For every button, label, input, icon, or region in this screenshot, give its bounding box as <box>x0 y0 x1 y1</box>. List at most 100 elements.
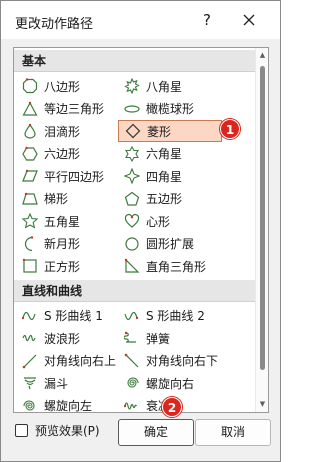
decaying-wave-icon <box>124 401 138 410</box>
motion-path-item[interactable]: 正方形 <box>16 255 120 277</box>
motion-path-item-label: 泪滴形 <box>44 124 81 139</box>
spring-icon <box>124 331 136 343</box>
scrollbar-thumb[interactable] <box>260 66 265 370</box>
motion-path-item-label: 漏斗 <box>44 376 69 391</box>
preview-label[interactable]: 预览效果(P) <box>35 422 100 439</box>
heart-icon <box>124 213 140 228</box>
preview-checkbox[interactable] <box>15 424 28 437</box>
parallelogram-icon <box>22 169 38 182</box>
ok-button-label: 确定 <box>143 425 168 439</box>
motion-path-item[interactable]: 平行四边形 <box>16 165 120 187</box>
motion-path-item[interactable]: 新月形 <box>16 233 120 255</box>
motion-path-item[interactable]: 对角线向右下 <box>118 350 222 372</box>
motion-path-item[interactable]: 螺旋向右 <box>118 372 222 394</box>
crescent-moon-icon <box>24 235 34 251</box>
six-point-star-icon <box>125 145 139 162</box>
diagonal-up-right-icon <box>22 354 37 368</box>
right-triangle-icon <box>124 258 140 273</box>
motion-path-item[interactable]: 橄榄球形 <box>118 98 222 120</box>
motion-path-item[interactable]: 漏斗 <box>16 372 120 394</box>
category-header: 基本 <box>14 50 256 72</box>
motion-path-item-label: 八边形 <box>44 79 81 94</box>
motion-path-item[interactable]: 等边三角形 <box>16 98 120 120</box>
funnel-icon <box>24 377 36 390</box>
motion-path-item[interactable]: S 形曲线 1 <box>16 305 120 327</box>
motion-path-item-label: S 形曲线 2 <box>146 309 205 323</box>
title-bar: 更改动作路径 ? <box>1 1 280 39</box>
close-icon <box>243 14 255 26</box>
motion-path-item-label: 弹簧 <box>146 331 171 346</box>
motion-path-item-label: 波浪形 <box>44 331 81 346</box>
s-curve-2-icon <box>124 311 139 320</box>
motion-path-item-label: 螺旋向左 <box>44 399 93 413</box>
motion-path-item[interactable]: 对角线向右上 <box>16 350 120 372</box>
motion-path-item-label: 螺旋向右 <box>146 376 195 391</box>
motion-path-item[interactable]: 八角星 <box>118 75 222 97</box>
teardrop-icon <box>24 123 36 139</box>
square-icon <box>22 258 37 273</box>
equilateral-triangle-icon <box>22 101 38 116</box>
motion-path-item-label: 梯形 <box>44 192 69 206</box>
wave-icon <box>22 334 36 342</box>
motion-path-item[interactable]: 梯形 <box>16 188 120 210</box>
cancel-button[interactable]: 取消 <box>195 419 271 446</box>
spiral-right-icon <box>127 377 139 388</box>
five-point-star-icon <box>22 213 38 229</box>
motion-path-item-label: 正方形 <box>44 259 81 274</box>
s-curve-1-icon <box>22 311 36 320</box>
motion-path-item[interactable]: 圆形扩展 <box>118 233 222 255</box>
motion-path-item[interactable]: 四角星 <box>118 165 222 187</box>
motion-path-item-label: 对角线向右下 <box>146 354 219 368</box>
motion-path-item-label: 直角三角形 <box>146 259 207 274</box>
change-motion-path-dialog: 更改动作路径 ? 基本八边形 八角星 等边三角形 橄榄球形泪滴形 菱形六边形 六角星 平行四… <box>0 0 281 462</box>
motion-path-item[interactable]: 螺旋向左 <box>16 395 120 413</box>
motion-path-item[interactable]: 八边形 <box>16 75 120 97</box>
pentagon-icon <box>124 191 140 206</box>
category-header: 直线和曲线 <box>14 279 256 302</box>
motion-path-item[interactable]: 六角星 <box>118 143 222 165</box>
vertical-scrollbar[interactable]: ▲ ▼ <box>255 48 268 412</box>
motion-path-item-label: 等边三角形 <box>44 102 105 116</box>
motion-path-item-label: 四角星 <box>146 169 183 184</box>
motion-path-item-label: 平行四边形 <box>44 169 105 184</box>
motion-path-item[interactable]: 波浪形 <box>16 327 120 349</box>
help-button[interactable]: ? <box>197 10 217 30</box>
dialog-title: 更改动作路径 <box>15 17 94 32</box>
spiral-left-icon <box>23 400 35 411</box>
motion-path-item-label: 心形 <box>146 214 171 229</box>
motion-path-item[interactable]: 直角三角形 <box>118 255 222 277</box>
motion-path-item-label: 对角线向右上 <box>44 354 117 368</box>
scroll-up-icon[interactable]: ▲ <box>258 51 267 60</box>
scroll-down-icon[interactable]: ▼ <box>258 400 267 409</box>
motion-path-item[interactable]: 五边形 <box>118 188 222 210</box>
ok-button[interactable]: 确定 <box>118 419 194 446</box>
close-button[interactable] <box>238 10 260 30</box>
motion-path-item[interactable]: 菱形 <box>118 120 222 142</box>
motion-path-item-label: 五边形 <box>146 192 183 206</box>
motion-path-item-label: S 形曲线 1 <box>44 309 103 323</box>
cancel-button-label: 取消 <box>220 425 245 439</box>
octagon-icon <box>22 78 38 94</box>
motion-path-item[interactable]: 五角星 <box>16 210 120 232</box>
motion-path-item-label: 六边形 <box>44 147 81 161</box>
motion-path-item[interactable]: 六边形 <box>16 143 120 165</box>
hexagon-icon <box>22 146 38 161</box>
eight-point-star-icon <box>124 78 140 94</box>
motion-path-item[interactable]: 弹簧 <box>118 327 222 349</box>
trapezoid-icon <box>22 192 38 205</box>
circle-icon <box>125 236 139 251</box>
annotation-badge-2: 2 <box>162 397 182 417</box>
motion-path-item-label: 新月形 <box>44 237 81 251</box>
diamond-icon <box>125 123 141 139</box>
motion-path-item[interactable]: S 形曲线 2 <box>118 305 222 327</box>
four-point-star-icon <box>124 168 140 184</box>
dialog-footer: 预览效果(P) 确定 取消 <box>1 416 280 461</box>
motion-path-item-label: 菱形 <box>147 124 172 139</box>
motion-path-item[interactable]: 泪滴形 <box>16 120 120 142</box>
motion-path-list[interactable]: 基本八边形 八角星 等边三角形 橄榄球形泪滴形 菱形六边形 六角星 平行四边形 四角星梯形 五边… <box>13 47 269 413</box>
motion-path-item-label: 圆形扩展 <box>146 237 195 251</box>
diagonal-down-right-icon <box>124 353 139 367</box>
football-icon <box>124 104 140 113</box>
motion-path-item[interactable]: 心形 <box>118 210 222 232</box>
motion-path-item-label: 橄榄球形 <box>146 102 195 116</box>
